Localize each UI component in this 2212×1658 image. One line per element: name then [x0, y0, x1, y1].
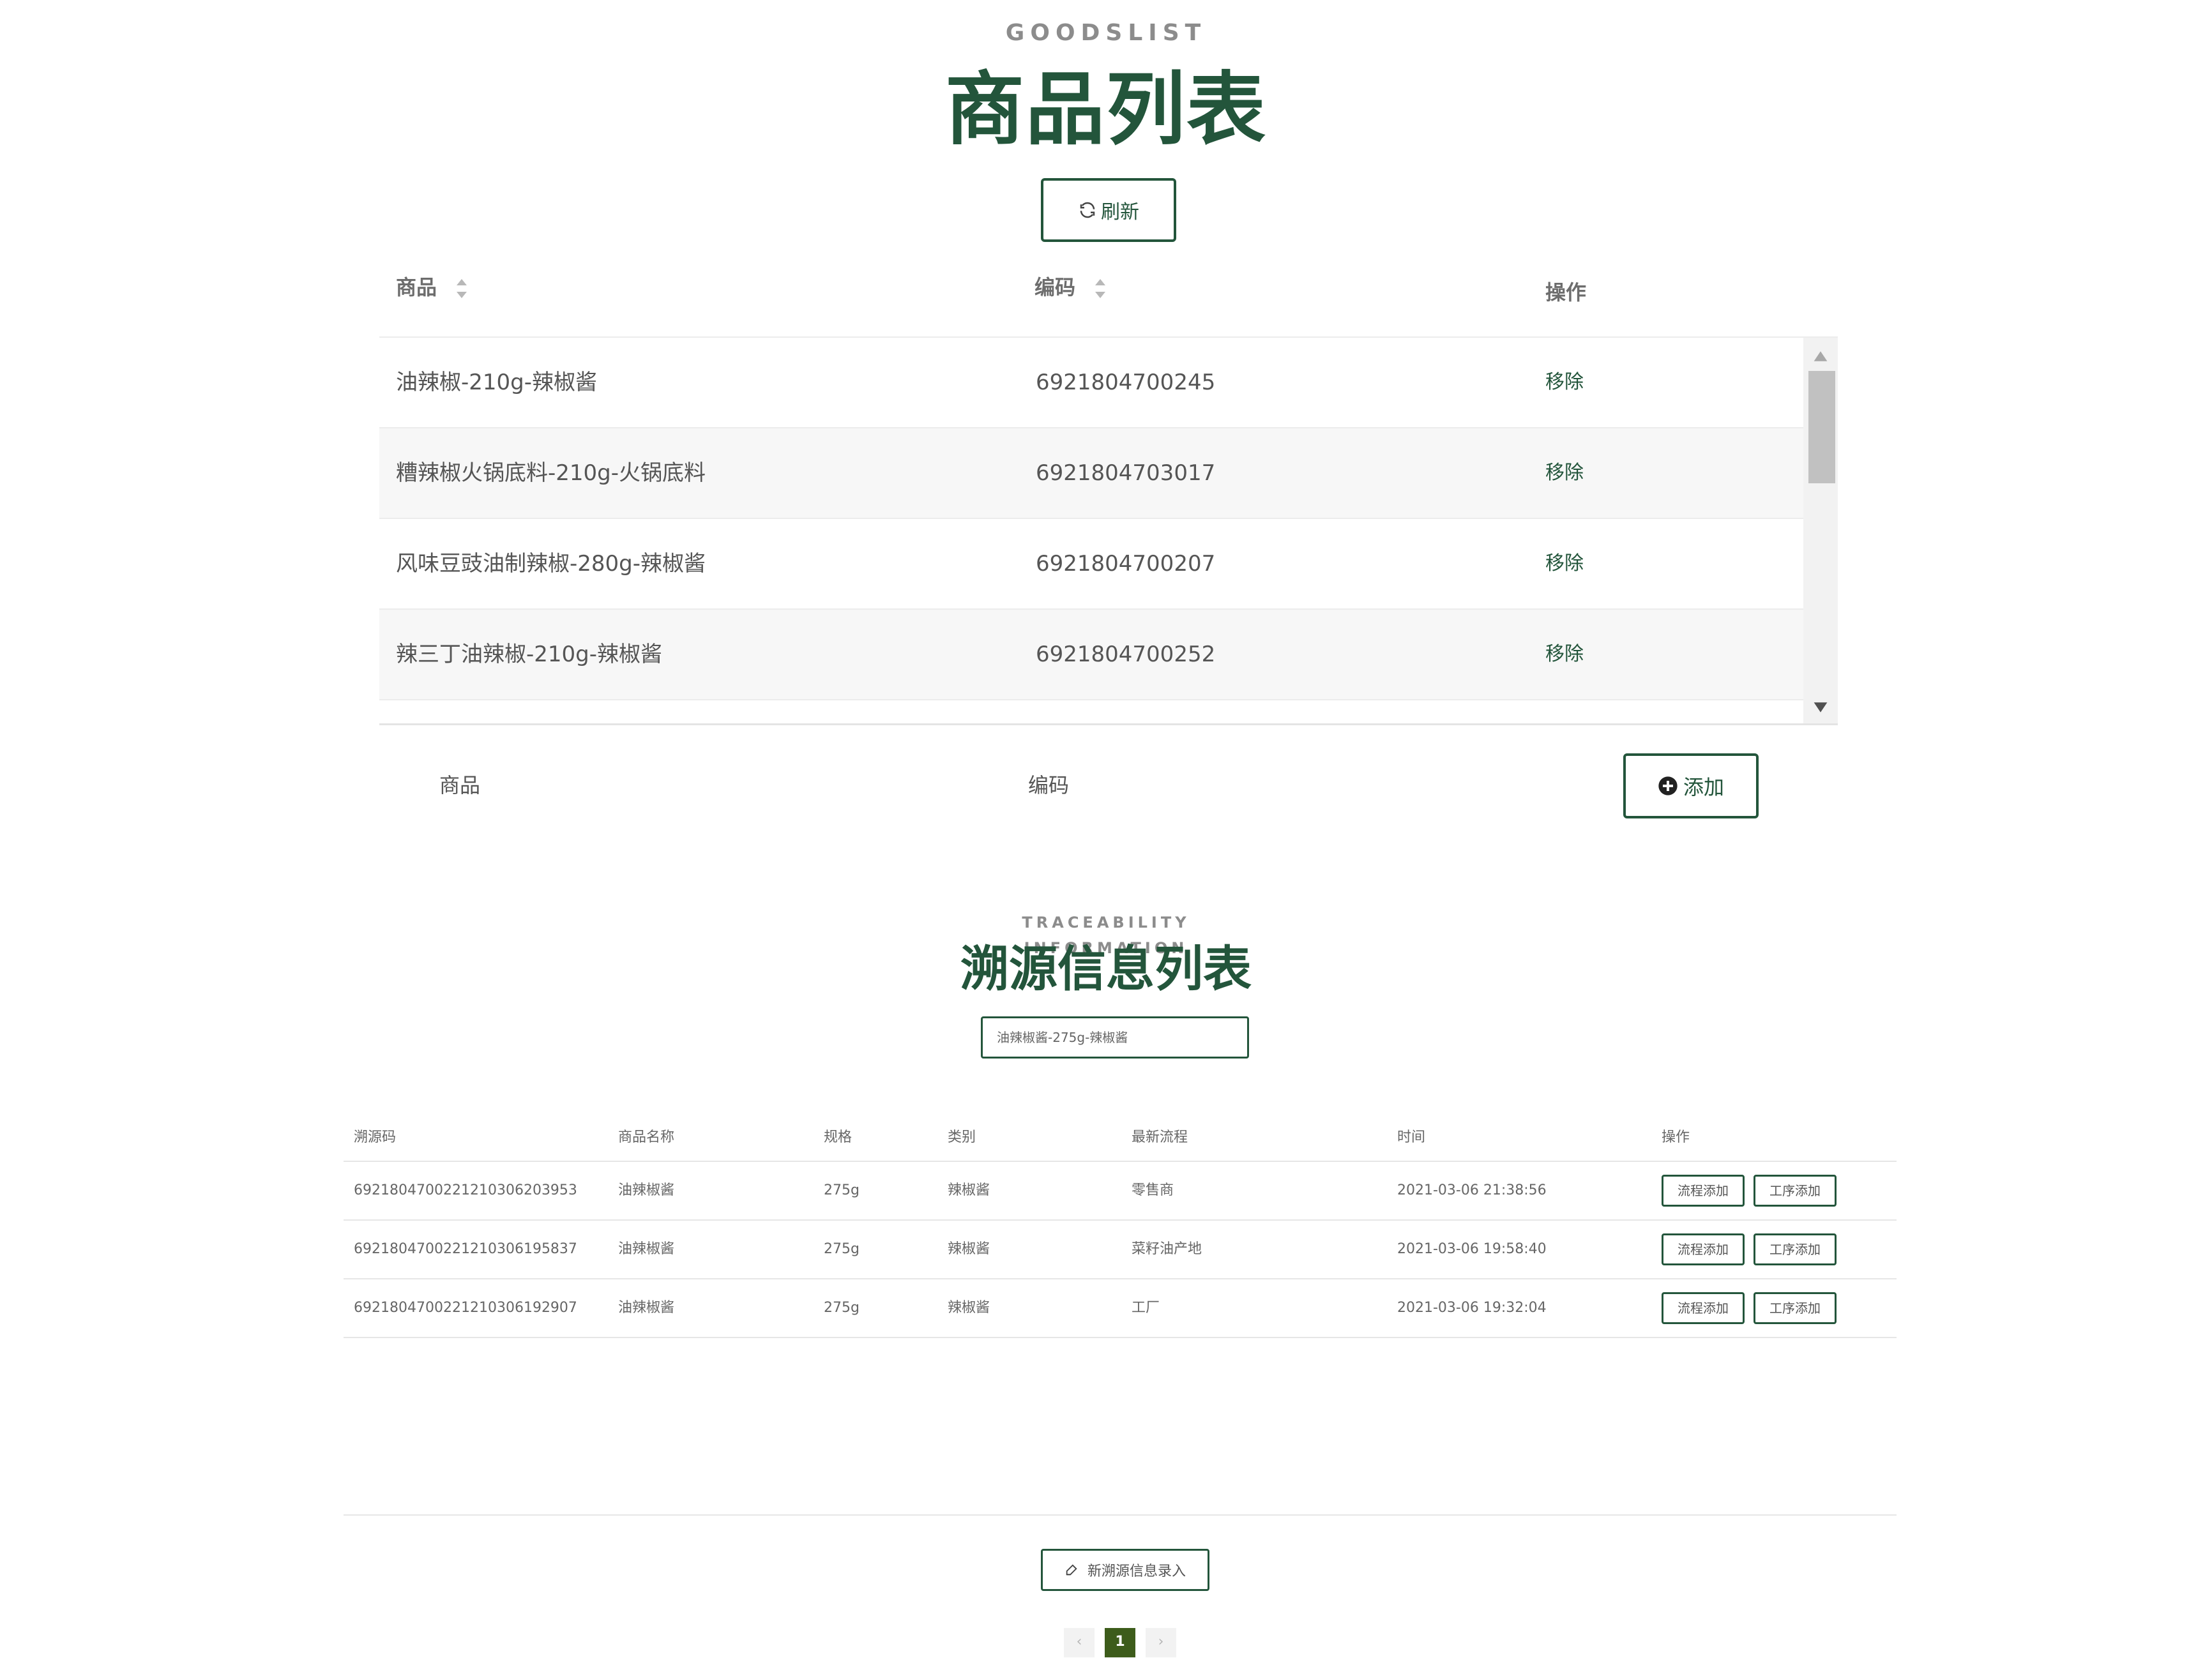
column-header-product-name: 商品名称	[618, 1129, 675, 1145]
spec: 275g	[824, 1300, 860, 1316]
refresh-label: 刷新	[1101, 201, 1139, 223]
spec: 275g	[824, 1182, 860, 1198]
new-trace-entry-button[interactable]: 新溯源信息录入	[1041, 1549, 1209, 1591]
add-label: 添加	[1683, 775, 1724, 799]
column-header-spec: 规格	[824, 1129, 852, 1145]
product-name: 油辣椒酱	[618, 1300, 675, 1316]
new-trace-entry-label: 新溯源信息录入	[1087, 1564, 1186, 1579]
table-row: 油辣椒-210g-辣椒酱 6921804700245 移除	[379, 338, 1803, 428]
column-header-action: 操作	[1545, 280, 1587, 305]
remove-link[interactable]: 移除	[1545, 338, 1584, 427]
column-header-code[interactable]: 编码	[1034, 268, 1107, 306]
table-divider	[344, 1514, 1897, 1516]
goods-title: 商品列表	[944, 64, 1267, 156]
chevron-right-icon[interactable]: ›	[1146, 1628, 1176, 1657]
add-step-button[interactable]: 工序添加	[1754, 1175, 1837, 1207]
latest-process: 零售商	[1132, 1182, 1174, 1198]
plus-circle-icon	[1658, 776, 1678, 795]
goods-name: 风味豆豉油制辣椒-280g-辣椒酱	[396, 551, 706, 577]
trace-title: 溯源信息列表	[960, 940, 1252, 997]
add-step-button[interactable]: 工序添加	[1754, 1233, 1837, 1265]
column-header-product-label: 商品	[396, 275, 437, 299]
remove-link[interactable]: 移除	[1545, 610, 1584, 699]
sort-icon[interactable]	[455, 278, 468, 299]
goods-eyebrow: GOODSLIST	[1005, 20, 1207, 46]
trace-eyebrow: TRACEABILITY INFORMATION	[1022, 914, 1190, 957]
refresh-button[interactable]: 刷新	[1041, 178, 1176, 242]
goods-table-body[interactable]: 油辣椒-210g-辣椒酱 6921804700245 移除 糟辣椒火锅底料-21…	[379, 336, 1838, 725]
latest-process: 工厂	[1132, 1300, 1160, 1316]
category: 辣椒酱	[948, 1182, 990, 1198]
add-flow-button[interactable]: 流程添加	[1662, 1233, 1745, 1265]
time: 2021-03-06 21:38:56	[1397, 1182, 1547, 1198]
column-header-time: 时间	[1397, 1129, 1426, 1145]
goods-code: 6921804700252	[1036, 642, 1216, 667]
add-flow-button[interactable]: 流程添加	[1662, 1175, 1745, 1207]
trace-code: 6921804700221210306195837	[354, 1241, 577, 1257]
vertical-scrollbar[interactable]	[1803, 338, 1838, 723]
add-step-button[interactable]: 工序添加	[1754, 1292, 1837, 1324]
product-name: 油辣椒酱	[618, 1241, 675, 1257]
table-row: 风味豆豉油制辣椒-280g-辣椒酱 6921804700207 移除	[379, 519, 1803, 610]
edit-icon	[1066, 1564, 1077, 1576]
page-button-current[interactable]: 1	[1105, 1628, 1135, 1657]
table-row: 糟辣椒火锅底料-210g-火锅底料 6921804703017 移除	[379, 428, 1803, 519]
table-row: 6921804700221210306192907 油辣椒酱 275g 辣椒酱 …	[344, 1279, 1897, 1338]
scroll-down-icon[interactable]	[1812, 698, 1829, 717]
sort-icon[interactable]	[1094, 278, 1107, 299]
trace-code: 6921804700221210306192907	[354, 1300, 577, 1316]
table-row: 6921804700221210306203953 油辣椒酱 275g 辣椒酱 …	[344, 1162, 1897, 1221]
add-flow-button[interactable]: 流程添加	[1662, 1292, 1745, 1324]
latest-process: 菜籽油产地	[1132, 1241, 1202, 1257]
goods-code: 6921804700207	[1036, 551, 1216, 577]
column-header-product[interactable]: 商品	[396, 268, 468, 306]
trace-table: 溯源码 商品名称 规格 类别 最新流程 时间 操作 69218047002212…	[344, 1115, 1897, 1338]
column-header-category: 类别	[948, 1129, 976, 1145]
product-name: 油辣椒酱	[618, 1182, 675, 1198]
trace-table-header: 溯源码 商品名称 规格 类别 最新流程 时间 操作	[344, 1115, 1897, 1162]
add-button[interactable]: 添加	[1623, 753, 1759, 818]
remove-link[interactable]: 移除	[1545, 519, 1584, 608]
add-product-label: 商品	[439, 773, 481, 797]
time: 2021-03-06 19:32:04	[1397, 1300, 1547, 1316]
goods-code: 6921804700245	[1036, 370, 1216, 395]
add-code-label: 编码	[1028, 773, 1070, 797]
goods-name: 油辣椒-210g-辣椒酱	[396, 370, 598, 395]
scrollbar-thumb[interactable]	[1808, 371, 1835, 483]
goods-name: 糟辣椒火锅底料-210g-火锅底料	[396, 460, 706, 486]
table-row: 6921804700221210306195837 油辣椒酱 275g 辣椒酱 …	[344, 1221, 1897, 1279]
table-row: 辣三丁油辣椒-210g-辣椒酱 6921804700252 移除	[379, 610, 1803, 700]
remove-link[interactable]: 移除	[1545, 428, 1584, 518]
category: 辣椒酱	[948, 1241, 990, 1257]
goods-code: 6921804703017	[1036, 460, 1216, 486]
column-header-action: 操作	[1662, 1129, 1690, 1145]
time: 2021-03-06 19:58:40	[1397, 1241, 1547, 1257]
category: 辣椒酱	[948, 1300, 990, 1316]
scroll-up-icon[interactable]	[1812, 347, 1829, 366]
spec: 275g	[824, 1241, 860, 1257]
column-header-latest-process: 最新流程	[1132, 1129, 1188, 1145]
column-header-trace-code: 溯源码	[354, 1129, 397, 1145]
refresh-icon	[1080, 202, 1095, 218]
product-select[interactable]: 油辣椒酱-275g-辣椒酱	[981, 1016, 1249, 1059]
column-header-code-label: 编码	[1034, 275, 1076, 299]
chevron-left-icon[interactable]: ‹	[1064, 1628, 1095, 1657]
trace-code: 6921804700221210306203953	[354, 1182, 577, 1198]
goods-name: 辣三丁油辣椒-210g-辣椒酱	[396, 642, 663, 667]
